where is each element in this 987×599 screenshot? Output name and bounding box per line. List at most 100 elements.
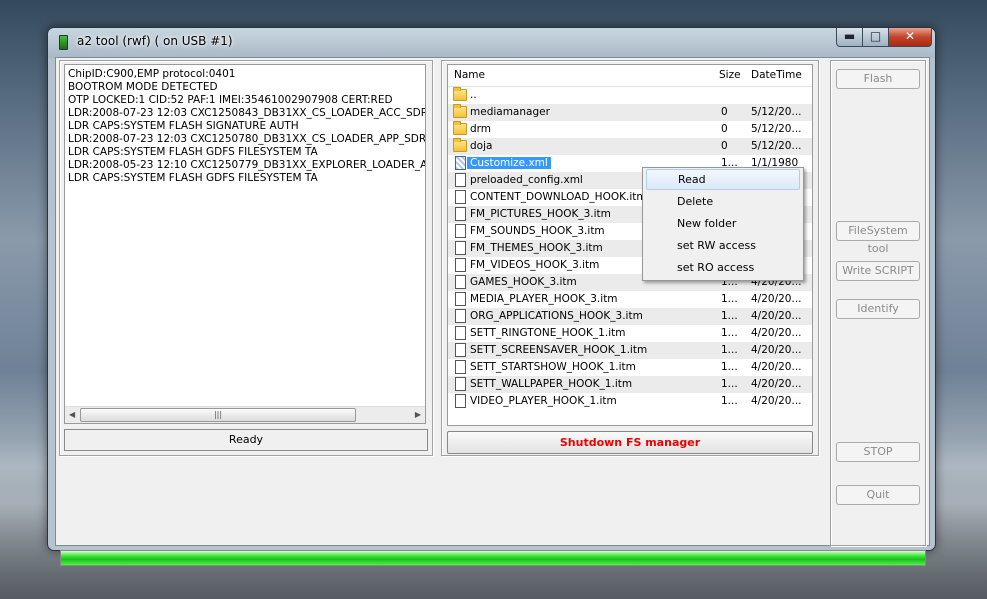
file-row[interactable]: SETT_WALLPAPER_HOOK_1.itm 1... 4/20/20... (448, 376, 812, 393)
file-row[interactable]: SETT_RINGTONE_HOOK_1.itm 1... 4/20/20... (448, 325, 812, 342)
log-line: LDR CAPS:SYSTEM FLASH SIGNATURE AUTH (68, 120, 299, 132)
folder-icon (453, 87, 467, 101)
file-size: 1... (721, 293, 738, 305)
folder-icon (453, 121, 467, 135)
stop-button[interactable]: STOP (836, 442, 920, 462)
file-date: 5/12/20... (751, 106, 802, 118)
file-name: SETT_SCREENSAVER_HOOK_1.itm (470, 344, 648, 356)
file-name: mediamanager (470, 106, 550, 118)
log-line: LDR:2008-07-23 12:03 CXC1250780_DB31XX_C… (68, 133, 426, 145)
folder-icon (453, 138, 467, 152)
file-name: drm (470, 123, 492, 135)
progress-bar (60, 550, 926, 566)
file-row[interactable]: ORG_APPLICATIONS_HOOK_3.itm 1... 4/20/20..… (448, 308, 812, 325)
file-name: ORG_APPLICATIONS_HOOK_3.itm (470, 310, 643, 322)
file-size: 1... (721, 327, 738, 339)
column-header-name[interactable]: Name (454, 69, 485, 81)
file-name: FM_SOUNDS_HOOK_3.itm (470, 225, 605, 237)
folder-icon (453, 104, 467, 118)
file-name: SETT_STARTSHOW_HOOK_1.itm (470, 361, 636, 373)
file-date: 4/20/20... (751, 310, 802, 322)
file-icon (455, 258, 466, 272)
log-output[interactable]: ChipID:C900,EMP protocol:0401 BOOTROM MOD… (64, 64, 426, 424)
menu-item-set-ro-access[interactable]: set RO access (646, 257, 800, 278)
title-bar[interactable]: a2 tool (rwf) ( on USB #1) ▬ □ ✕ (48, 28, 935, 56)
file-icon (455, 343, 466, 357)
file-icon (455, 224, 466, 238)
log-line: LDR CAPS:SYSTEM FLASH GDFS FILESYSTEM TA (68, 172, 318, 184)
file-date: 4/20/20... (751, 361, 802, 373)
shutdown-fs-manager-button[interactable]: Shutdown FS manager (447, 431, 813, 454)
menu-item-new-folder[interactable]: New folder (646, 213, 800, 234)
file-row[interactable]: SETT_STARTSHOW_HOOK_1.itm 1... 4/20/20... (448, 359, 812, 376)
file-icon (455, 173, 466, 187)
file-icon (455, 275, 466, 289)
file-size: 0 (721, 140, 728, 152)
file-icon (455, 207, 466, 221)
scroll-right-icon[interactable]: ▶ (415, 410, 421, 419)
file-date: 4/20/20... (751, 293, 802, 305)
file-name: Customize.xml (467, 157, 551, 169)
file-name: doja (470, 140, 493, 152)
scroll-thumb[interactable]: ||| (80, 408, 356, 422)
log-line: ChipID:C900,EMP protocol:0401 (68, 68, 236, 80)
file-name: MEDIA_PLAYER_HOOK_3.itm (470, 293, 618, 305)
log-lines: ChipID:C900,EMP protocol:0401 BOOTROM MOD… (68, 68, 425, 185)
file-icon (455, 377, 466, 391)
minimize-button[interactable]: ▬ (836, 28, 863, 47)
progress-fill (61, 551, 925, 565)
menu-item-delete[interactable]: Delete (646, 191, 800, 212)
log-line: BOOTROM MODE DETECTED (68, 81, 218, 93)
file-size: 1... (721, 378, 738, 390)
status-label: Ready (64, 429, 428, 451)
file-name: CONTENT_DOWNLOAD_HOOK.itm (470, 191, 647, 203)
filesystem-tool-button[interactable]: FileSystem tool (836, 221, 920, 255)
file-row[interactable]: .. (448, 87, 812, 104)
menu-item-set-rw-access[interactable]: set RW access (646, 235, 800, 256)
file-size: 1... (721, 361, 738, 373)
file-row[interactable]: drm 0 5/12/20... (448, 121, 812, 138)
file-row[interactable]: mediamanager 0 5/12/20... (448, 104, 812, 121)
file-row[interactable]: SETT_SCREENSAVER_HOOK_1.itm 1... 4/20/20..… (448, 342, 812, 359)
file-row[interactable]: MEDIA_PLAYER_HOOK_3.itm 1... 4/20/20... (448, 291, 812, 308)
quit-button[interactable]: Quit (836, 485, 920, 505)
file-size: 0 (721, 106, 728, 118)
file-size: 1... (721, 395, 738, 407)
file-name: .. (470, 89, 477, 101)
file-icon (455, 292, 466, 306)
log-horizontal-scrollbar[interactable]: ◀ ||| ▶ (65, 406, 425, 423)
identify-button[interactable]: Identify (836, 299, 920, 319)
file-icon (455, 190, 466, 204)
file-size: 1... (721, 310, 738, 322)
file-date: 5/12/20... (751, 140, 802, 152)
scroll-left-icon[interactable]: ◀ (69, 410, 75, 419)
file-date: 5/12/20... (751, 123, 802, 135)
file-name: preloaded_config.xml (470, 174, 583, 186)
column-header-date[interactable]: DateTime (751, 69, 802, 81)
file-date: 4/20/20... (751, 344, 802, 356)
file-icon (455, 241, 466, 255)
file-icon (455, 360, 466, 374)
log-line: LDR:2008-05-23 12:10 CXC1250779_DB31XX_E… (68, 159, 426, 171)
file-name: FM_THEMES_HOOK_3.itm (470, 242, 603, 254)
file-row[interactable]: VIDEO_PLAYER_HOOK_1.itm 1... 4/20/20... (448, 393, 812, 410)
file-size: 1... (721, 344, 738, 356)
file-icon (455, 394, 466, 408)
app-window: a2 tool (rwf) ( on USB #1) ▬ □ ✕ ChipID:… (47, 27, 936, 566)
file-icon (455, 309, 466, 323)
menu-item-read[interactable]: Read (646, 169, 800, 190)
client-area: ChipID:C900,EMP protocol:0401 BOOTROM MOD… (55, 57, 930, 566)
column-header-size[interactable]: Size (719, 69, 741, 81)
file-name: GAMES_HOOK_3.itm (470, 276, 577, 288)
log-line: LDR CAPS:SYSTEM FLASH GDFS FILESYSTEM TA (68, 146, 318, 158)
file-name: SETT_WALLPAPER_HOOK_1.itm (470, 378, 633, 390)
log-line: OTP LOCKED:1 CID:52 PAF:1 IMEI:354610029… (68, 94, 393, 106)
file-icon (455, 156, 466, 170)
write-script-button[interactable]: Write SCRIPT (836, 261, 920, 281)
flash-button[interactable]: Flash (836, 69, 920, 89)
close-button[interactable]: ✕ (888, 28, 932, 47)
log-line: LDR:2008-07-23 12:03 CXC1250843_DB31XX_C… (68, 107, 426, 119)
file-date: 4/20/20... (751, 395, 802, 407)
file-row[interactable]: doja 0 5/12/20... (448, 138, 812, 155)
maximize-button[interactable]: □ (862, 28, 889, 47)
